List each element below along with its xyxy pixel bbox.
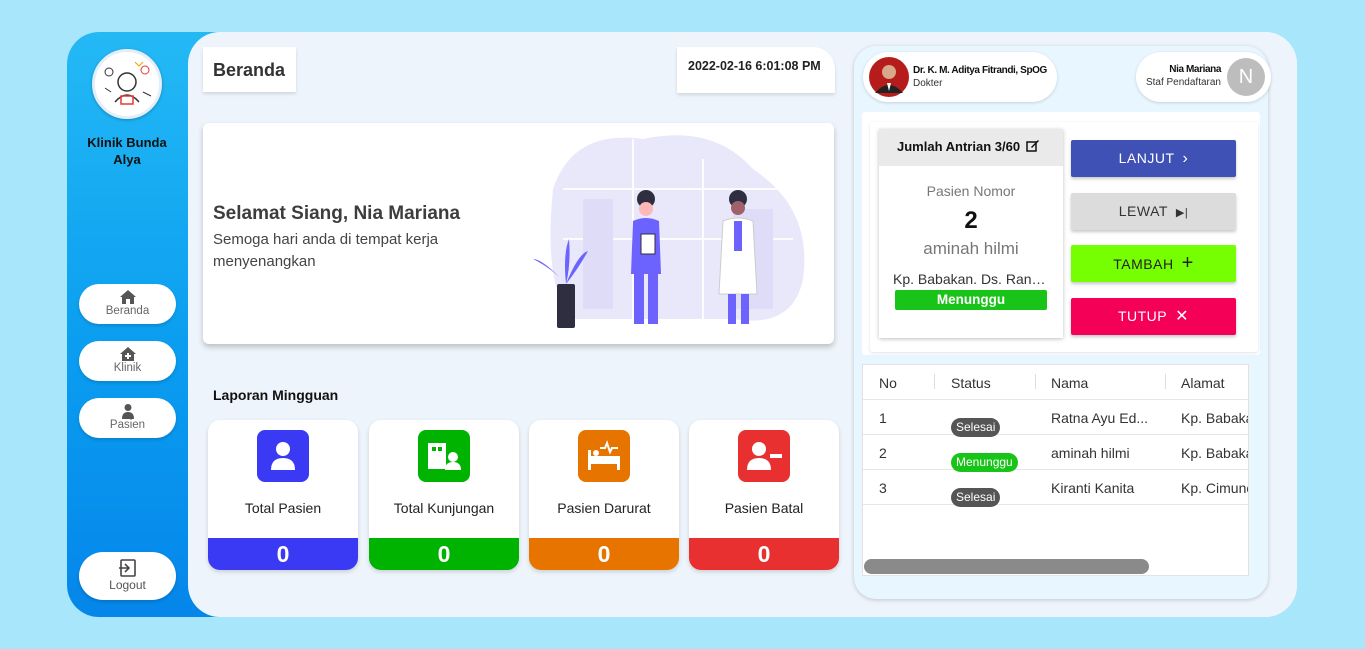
welcome-card: Selamat Siang, Nia Mariana Semoga hari a… (203, 123, 834, 344)
pasien-darurat-label: Pasien Darurat (557, 500, 651, 516)
nav-beranda-button[interactable]: Beranda (79, 284, 176, 324)
clinic-name: Klinik Bunda Alya (87, 135, 167, 167)
clinic-icon (119, 347, 136, 361)
patient-name: aminah hilmi (923, 239, 1019, 258)
hospital-visit-icon (428, 443, 461, 470)
nav-klinik-button[interactable]: Klinik (79, 341, 176, 381)
weekly-report-title: Laporan Mingguan (213, 387, 339, 403)
table-header: No Status Nama Alamat (863, 365, 1248, 400)
tambah-button[interactable]: TAMBAH + (1071, 245, 1236, 282)
medical-staff-illustration (533, 135, 805, 328)
column-divider (1165, 374, 1166, 389)
staff-name: Nia Mariana (1169, 64, 1221, 75)
nav-klinik-label: Klinik (113, 362, 142, 374)
patient-number: 2 (964, 207, 978, 234)
total-kunjungan-label: Total Kunjungan (393, 500, 495, 516)
clinic-logo (92, 49, 162, 119)
queue-count-label: Jumlah Antrian 3/60 (897, 139, 1021, 154)
queue-count-header: Jumlah Antrian 3/60 (879, 129, 1063, 166)
home-icon (119, 290, 136, 304)
staff-role: Staf Pendaftaran (1145, 77, 1221, 88)
column-header-nama[interactable]: Nama (1051, 375, 1088, 391)
patient-number-label: Pasien Nomor (926, 183, 1016, 199)
skip-next-icon: ▶| (1175, 207, 1189, 219)
row-address: Kp. Babakan (1181, 445, 1248, 461)
row-no: 2 (879, 445, 887, 461)
queue-panel: Dr. K. M. Aditya Fitrandi, SpOG Dokter N… (854, 46, 1271, 599)
staff-profile[interactable]: Nia Mariana Staf Pendaftaran N (1136, 52, 1271, 102)
pasien-darurat-value: 0 (529, 538, 679, 570)
status-badge: Selesai (951, 488, 1001, 507)
welcome-message: Semoga hari anda di tempat kerja menyena… (213, 231, 439, 270)
doctor-avatar (869, 57, 909, 97)
logout-icon (118, 559, 136, 577)
pasien-darurat-tile (578, 430, 630, 482)
queue-table: No Status Nama Alamat 1 Selesai Ratna Ay… (862, 364, 1249, 576)
tambah-label: TAMBAH (1113, 256, 1174, 272)
row-name: Ratna Ayu Ed... (1051, 410, 1149, 426)
stat-total-pasien: Total Pasien 0 (208, 420, 358, 570)
staff-avatar: N (1227, 58, 1265, 96)
column-header-status[interactable]: Status (951, 375, 991, 391)
tutup-button[interactable]: TUTUP ✕ (1071, 298, 1236, 335)
welcome-greeting: Selamat Siang, Nia Mariana (213, 203, 461, 224)
tutup-label: TUTUP (1117, 308, 1168, 324)
column-divider (934, 374, 935, 389)
logout-label: Logout (109, 578, 146, 592)
patient-status-badge: Menunggu (895, 290, 1047, 310)
table-row[interactable]: 3 Selesai Kiranti Kanita Kp. Cimuncang (863, 470, 1248, 507)
doctor-name: Dr. K. M. Aditya Fitrandi, SpOG (913, 65, 1047, 76)
lewat-label: LEWAT (1118, 203, 1168, 219)
page-title: Beranda (203, 47, 296, 92)
close-icon: ✕ (1175, 308, 1190, 325)
doctor-profile[interactable]: Dr. K. M. Aditya Fitrandi, SpOG Dokter (863, 52, 1057, 102)
chevron-right-icon: › (1182, 150, 1189, 167)
column-header-alamat[interactable]: Alamat (1181, 375, 1225, 391)
stat-pasien-darurat: Pasien Darurat 0 (529, 420, 679, 570)
logout-button[interactable]: Logout (79, 552, 176, 600)
patient-address: Kp. Babakan. Ds. Rancamanyar (893, 271, 1063, 287)
total-pasien-value: 0 (208, 538, 358, 570)
table-row[interactable]: 1 Selesai Ratna Ayu Ed... Kp. Babakan (863, 400, 1248, 437)
edit-icon[interactable] (1025, 139, 1040, 152)
queue-inner: Jumlah Antrian 3/60 Pasien Nomor 2 amina… (870, 122, 1258, 352)
total-kunjungan-value: 0 (369, 538, 519, 570)
total-pasien-label: Total Pasien (244, 500, 322, 516)
row-no: 3 (879, 480, 887, 496)
horizontal-scrollbar[interactable] (864, 559, 1149, 574)
stat-total-kunjungan: Total Kunjungan 0 (369, 420, 519, 570)
pasien-batal-label: Pasien Batal (724, 500, 804, 516)
pasien-batal-value: 0 (689, 538, 839, 570)
nav-beranda-label: Beranda (105, 305, 150, 317)
total-pasien-tile (257, 430, 309, 482)
lanjut-label: LANJUT (1118, 150, 1175, 166)
row-name: aminah hilmi (1051, 445, 1130, 461)
row-no: 1 (879, 410, 887, 426)
lewat-button[interactable]: LEWAT ▶| (1071, 193, 1236, 230)
current-ticket: Jumlah Antrian 3/60 Pasien Nomor 2 amina… (879, 129, 1063, 338)
column-header-no[interactable]: No (879, 375, 897, 391)
user-remove-icon (747, 442, 782, 470)
stat-pasien-batal: Pasien Batal 0 (689, 420, 839, 570)
patient-icon (271, 442, 295, 470)
table-row[interactable]: 2 Menunggu aminah hilmi Kp. Babakan (863, 435, 1248, 472)
column-divider (1035, 374, 1036, 389)
doctor-role: Dokter (913, 78, 943, 89)
row-address: Kp. Babakan (1181, 410, 1248, 426)
plus-icon: + (1181, 252, 1194, 274)
nav-pasien-button[interactable]: Pasien (79, 398, 176, 438)
row-name: Kiranti Kanita (1051, 480, 1135, 496)
total-kunjungan-tile (418, 430, 470, 482)
patient-icon (121, 404, 134, 419)
nav-pasien-label: Pasien (109, 419, 146, 431)
datetime-display: 2022-02-16 6:01:08 PM (677, 47, 835, 93)
pasien-batal-tile (738, 430, 790, 482)
row-address: Kp. Cimuncang (1181, 480, 1248, 496)
emergency-bed-icon (588, 440, 620, 470)
queue-card: Jumlah Antrian 3/60 Pasien Nomor 2 amina… (862, 112, 1260, 355)
lanjut-button[interactable]: LANJUT › (1071, 140, 1236, 177)
app-window: Klinik Bunda Alya Beranda Klinik Pasien … (67, 32, 1297, 617)
